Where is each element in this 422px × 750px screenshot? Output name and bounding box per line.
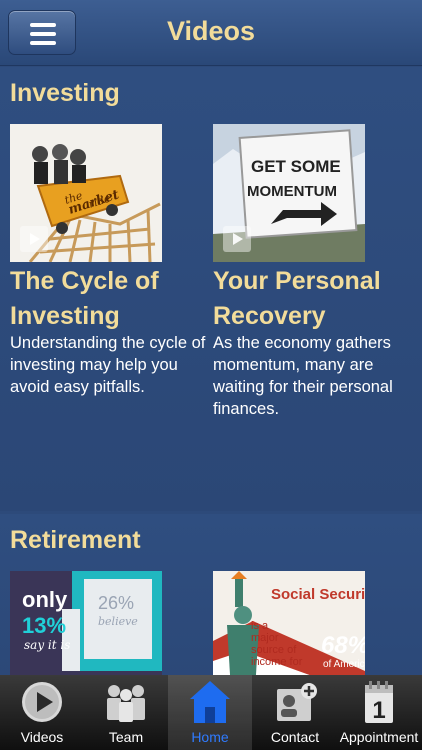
thumbnail-text: Social Securit: [271, 586, 365, 603]
tab-home[interactable]: Home: [168, 675, 252, 750]
video-title[interactable]: The Cycle of Investing: [10, 264, 210, 334]
thumbnail-text: MOMENTUM: [247, 183, 337, 200]
video-card-retirement-2[interactable]: Social Securit is a major source of inco…: [213, 571, 413, 675]
video-thumbnail[interactable]: GET SOME MOMENTUM: [213, 124, 365, 262]
section-title: Investing: [10, 79, 120, 107]
thumbnail-text: say it is: [24, 638, 70, 652]
calendar-day: 1: [372, 697, 385, 724]
play-icon: [20, 226, 48, 252]
section-title: Retirement: [10, 526, 141, 554]
video-thumbnail[interactable]: the market ride: [10, 124, 162, 262]
tab-label: Contact: [270, 729, 320, 745]
section-investing: Investing the market ride The Cycle of I…: [0, 67, 422, 511]
retirement-stats-thumbnail: only 13% say it is 26% believe: [10, 571, 162, 675]
thumbnail-text: GET SOME: [251, 157, 341, 176]
tab-team[interactable]: Team: [84, 675, 168, 750]
video-title[interactable]: Your Personal Recovery: [213, 264, 413, 334]
calendar-icon: 1: [337, 679, 421, 725]
home-icon: [168, 679, 252, 725]
tab-videos[interactable]: Videos: [0, 675, 84, 750]
thumbnail-text: believe: [98, 615, 138, 628]
thumbnail-text: source of: [251, 644, 297, 656]
page-title: Videos: [166, 16, 256, 46]
video-list[interactable]: Investing the market ride The Cycle of I…: [0, 67, 422, 675]
video-card-retirement-1[interactable]: only 13% say it is 26% believe: [10, 571, 210, 675]
team-icon: [84, 679, 168, 725]
play-icon: [223, 226, 251, 252]
thumbnail-text: of Americ: [323, 659, 365, 670]
thumbnail-text: is a: [251, 620, 269, 632]
video-card-personal-recovery[interactable]: GET SOME MOMENTUM Your Personal Recovery…: [213, 124, 413, 504]
tab-label: Home: [191, 729, 229, 745]
thumbnail-text: only: [22, 587, 68, 612]
tab-appointment[interactable]: 1 Appointment: [337, 675, 421, 750]
video-thumbnail[interactable]: only 13% say it is 26% believe: [10, 571, 162, 675]
thumbnail-text: 26%: [98, 593, 134, 613]
tab-label: Videos: [20, 729, 64, 745]
video-description: Understanding the cycle of investing may…: [10, 334, 206, 396]
thumbnail-text: major: [251, 632, 279, 644]
video-card-cycle-of-investing[interactable]: the market ride The Cycle of Investing U…: [10, 124, 210, 504]
thumbnail-text: 68%: [321, 632, 365, 659]
tab-label: Appointment: [339, 729, 419, 745]
play-circle-icon: [0, 679, 84, 725]
section-retirement: Retirement only 13% say it is 26% believ…: [0, 514, 422, 675]
thumbnail-text: income for: [251, 656, 303, 668]
tab-bar: Videos Team Home Contact 1 Appointment: [0, 675, 422, 750]
navigation-bar: Videos: [0, 0, 422, 66]
tab-label: Team: [108, 729, 144, 745]
contact-card-icon: [253, 679, 337, 725]
video-description: As the economy gathers momentum, many ar…: [213, 334, 393, 418]
thumbnail-text: 13%: [22, 613, 66, 638]
video-thumbnail[interactable]: Social Securit is a major source of inco…: [213, 571, 365, 675]
social-security-thumbnail: Social Securit is a major source of inco…: [213, 571, 365, 675]
tab-contact[interactable]: Contact: [253, 675, 337, 750]
